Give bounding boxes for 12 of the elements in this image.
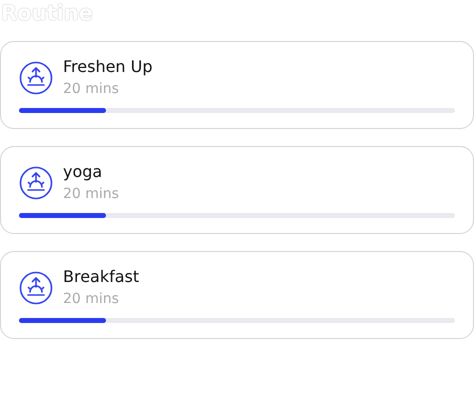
duration-label: 20 mins xyxy=(63,290,120,309)
duration-label: 20 mins xyxy=(63,80,120,99)
routine-card[interactable]: yoga 20 mins xyxy=(0,146,474,234)
routine-card[interactable]: Breakfast 20 mins xyxy=(0,251,474,339)
activity-name: Freshen Up xyxy=(63,56,153,78)
routine-card[interactable]: Freshen Up 20 mins xyxy=(0,41,474,129)
sunrise-icon xyxy=(19,270,53,304)
duration-label: 20 mins xyxy=(63,185,119,204)
activity-name: yoga xyxy=(63,161,104,183)
sunrise-icon xyxy=(19,166,53,200)
sunrise-icon xyxy=(19,60,53,94)
activity-name: Breakfast xyxy=(63,266,140,288)
